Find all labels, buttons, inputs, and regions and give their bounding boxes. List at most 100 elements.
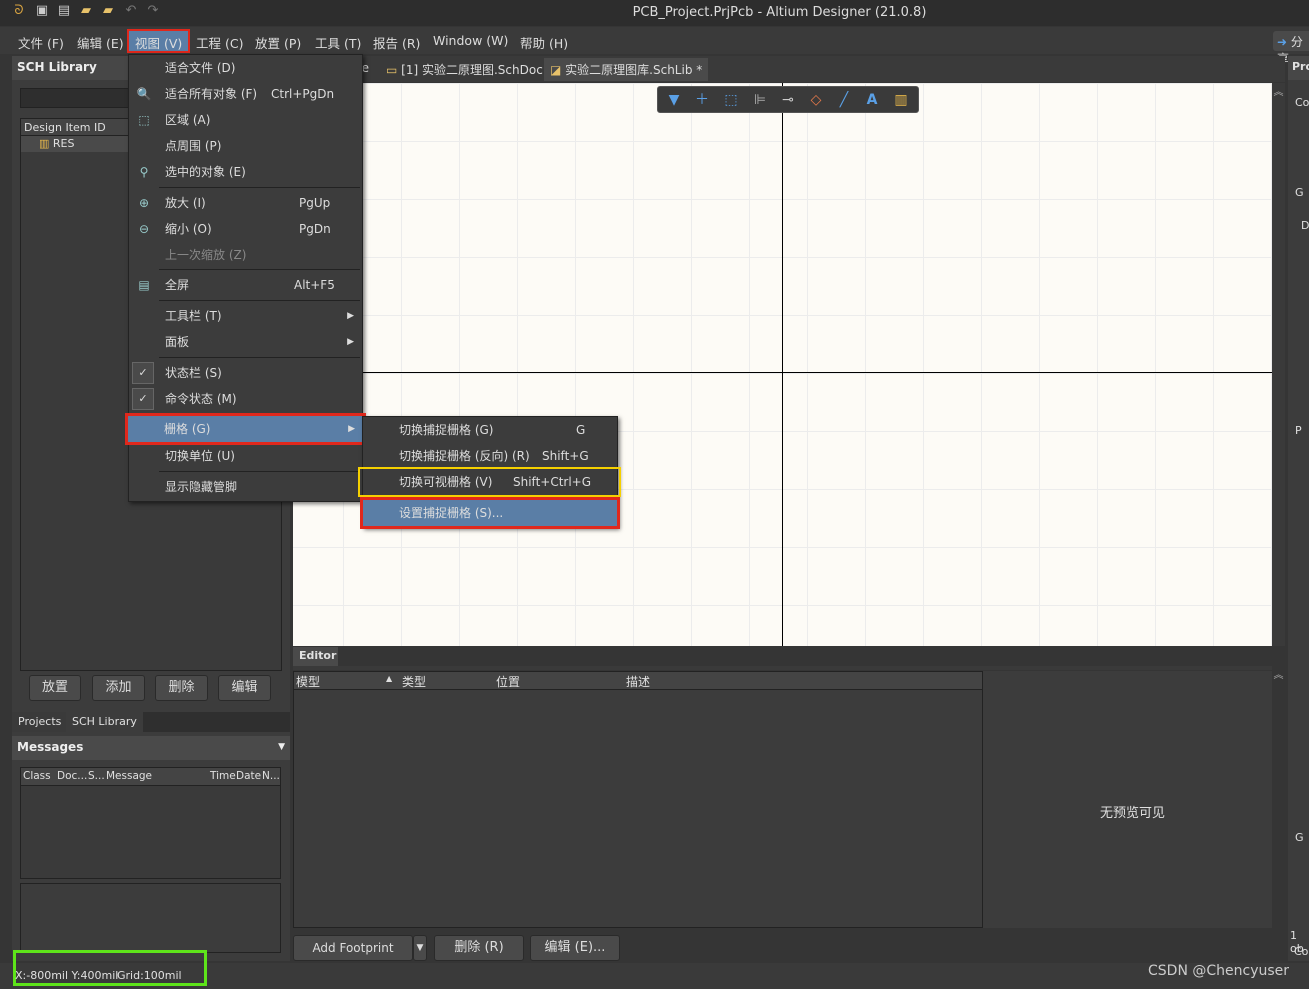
sort-asc-icon: ▲ [386, 674, 393, 683]
add-button[interactable]: 添加 [92, 675, 145, 701]
properties-tab[interactable]: Co [1294, 945, 1308, 958]
menu-window[interactable]: Window (W) [427, 31, 514, 51]
section-pins[interactable]: P [1295, 424, 1302, 437]
cursor-coordinates: X:-800mil Y:400mil [15, 969, 119, 982]
delete-button[interactable]: 删除 [155, 675, 208, 701]
section-general[interactable]: G [1295, 186, 1304, 199]
add-footprint-dropdown[interactable]: ▼ [413, 935, 427, 961]
line-icon[interactable]: ╱ [833, 91, 855, 109]
filter-icon[interactable]: ▼ [663, 91, 685, 109]
properties-panel: Pro Co G D P G 1 ob Co [1288, 56, 1309, 961]
menu-item-zoom-out[interactable]: ⊖ 缩小 (O) PgDn [129, 216, 362, 242]
menu-item-status-bar[interactable]: ✓ 状态栏 (S) [129, 360, 362, 386]
submenu-arrow-icon: ▶ [347, 337, 354, 347]
schematic-canvas[interactable] [293, 83, 1272, 646]
col-no[interactable]: N... [260, 768, 280, 785]
zoom-in-icon: ⊕ [138, 196, 150, 210]
doc-tab-schdoc[interactable]: ▭ [1] 实验二原理图.SchDoc [380, 58, 549, 81]
menu-reports[interactable]: 报告 (R) [367, 31, 426, 51]
align-icon[interactable]: ⊫ [749, 91, 771, 109]
delete-model-button[interactable]: 删除 (R) [434, 935, 524, 961]
col-description[interactable]: 描述 [626, 673, 650, 690]
menu-tools[interactable]: 工具 (T) [309, 31, 367, 51]
menu-item-fullscreen[interactable]: ▤ 全屏 Alt+F5 [129, 272, 362, 298]
menu-item-set-snap-grid[interactable]: 设置捕捉栅格 (S)... [360, 497, 620, 529]
model-table: 模型 ▲ 类型 位置 描述 [293, 671, 983, 928]
menu-view[interactable]: 视图 (V) [126, 29, 191, 53]
editor-divider [293, 666, 1272, 670]
col-source[interactable]: S... [86, 768, 105, 785]
menu-item-toggle-snap-grid-reverse[interactable]: 切换捕捉栅格 (反向) (R) Shift+G [363, 443, 617, 469]
move-icon[interactable]: ＋ [691, 91, 713, 109]
check-icon: ✓ [132, 362, 154, 384]
section-graphical[interactable]: G [1295, 831, 1304, 844]
share-button[interactable]: ➜ 分享 [1273, 31, 1309, 66]
menu-item-show-hidden-pins[interactable]: 显示隐藏管脚 [129, 474, 362, 500]
menu-item-grid[interactable]: 栅格 (G) ▶ [125, 413, 366, 445]
message-detail [20, 883, 281, 953]
menu-item-fit-all[interactable]: 🔍 适合所有对象 (F) Ctrl+PgDn [129, 81, 362, 107]
editor-tab[interactable]: Editor [293, 647, 338, 666]
separator [159, 269, 360, 270]
properties-title: Pro [1288, 56, 1309, 80]
fullscreen-icon: ▤ [138, 278, 150, 292]
status-bar: X:-800mil Y:400mil Grid:100mil CSDN @Che… [0, 950, 1309, 989]
col-location[interactable]: 位置 [496, 673, 520, 690]
menu-item-command-status[interactable]: ✓ 命令状态 (M) [129, 386, 362, 412]
place-button[interactable]: 放置 [29, 675, 81, 701]
title-bar: ᘐ ▣ ▤ ▰ ▰ ↶ ↷ PCB_Project.PrjPcb - Altiu… [0, 0, 1309, 26]
menu-item-area[interactable]: ⬚ 区域 (A) [129, 107, 362, 133]
check-icon: ✓ [132, 388, 154, 410]
menu-item-toggle-visible-grid[interactable]: 切换可视栅格 (V) Shift+Ctrl+G [358, 467, 621, 497]
menu-item-around-point[interactable]: 点周围 (P) [129, 133, 362, 159]
menu-item-fit-document[interactable]: 适合文件 (D) [129, 55, 362, 81]
menu-item-selected-objects[interactable]: ⚲ 选中的对象 (E) [129, 159, 362, 185]
separator [159, 471, 360, 472]
grid-size: Grid:100mil [117, 969, 182, 982]
menu-item-toggle-units[interactable]: 切换单位 (U) [129, 443, 362, 469]
properties-label: D [1301, 219, 1309, 232]
col-class[interactable]: Class [21, 768, 55, 785]
menu-item-toggle-snap-grid[interactable]: 切换捕捉栅格 (G) G [363, 417, 617, 443]
properties-label: Co [1295, 96, 1309, 109]
dropdown-icon[interactable]: ▼ [278, 742, 285, 752]
collapse-icon[interactable]: ︽ [1272, 83, 1285, 646]
pin-icon[interactable]: ⊸ [777, 91, 799, 109]
messages-list: Class Doc... S... Message Time Date N... [20, 767, 281, 879]
share-icon: ➜ [1277, 35, 1288, 49]
selected-objects-icon: ⚲ [139, 165, 149, 179]
doc-tab-schlib[interactable]: ◪ 实验二原理图库.SchLib * [544, 58, 709, 81]
edit-button[interactable]: 编辑 [218, 675, 271, 701]
x-axis-line [293, 372, 1272, 373]
messages-columns: Class Doc... S... Message Time Date N... [21, 768, 280, 786]
menu-place[interactable]: 放置 (P) [249, 31, 307, 51]
col-model[interactable]: 模型 [296, 673, 320, 690]
menu-help[interactable]: 帮助 (H) [514, 31, 574, 51]
ieee-symbol-icon[interactable]: ◇ [805, 91, 827, 109]
submenu-arrow-icon: ▶ [347, 311, 354, 321]
menu-item-zoom-in[interactable]: ⊕ 放大 (I) PgUp [129, 190, 362, 216]
messages-header: Messages ▼ [12, 736, 290, 760]
area-zoom-icon: ⬚ [138, 113, 150, 127]
menu-project[interactable]: 工程 (C) [190, 31, 249, 51]
col-doc[interactable]: Doc... [55, 768, 87, 785]
add-footprint-button[interactable]: Add Footprint [293, 935, 413, 961]
col-message[interactable]: Message [104, 768, 208, 785]
col-time[interactable]: Time [208, 768, 236, 785]
zoom-out-icon: ⊖ [138, 222, 150, 236]
component-icon[interactable]: ▥ [890, 91, 912, 109]
col-type[interactable]: 类型 [402, 673, 426, 690]
menu-item-toolbars[interactable]: 工具栏 (T) ▶ [129, 303, 362, 329]
text-icon[interactable]: A [861, 91, 883, 109]
edit-model-button[interactable]: 编辑 (E)... [530, 935, 620, 961]
col-date[interactable]: Date [234, 768, 261, 785]
collapse-icon[interactable]: ︽ [1272, 666, 1285, 686]
menu-edit[interactable]: 编辑 (E) [71, 31, 130, 51]
tab-projects[interactable]: Projects [12, 712, 68, 732]
menu-item-previous-zoom: 上一次缩放 (Z) [165, 248, 247, 262]
tab-sch-library[interactable]: SCH Library [66, 712, 143, 732]
menu-item-panels[interactable]: 面板 ▶ [129, 329, 362, 355]
schdoc-icon: ▭ [386, 63, 398, 77]
select-rect-icon[interactable]: ⬚ [720, 91, 742, 109]
menu-file[interactable]: 文件 (F) [12, 31, 70, 51]
